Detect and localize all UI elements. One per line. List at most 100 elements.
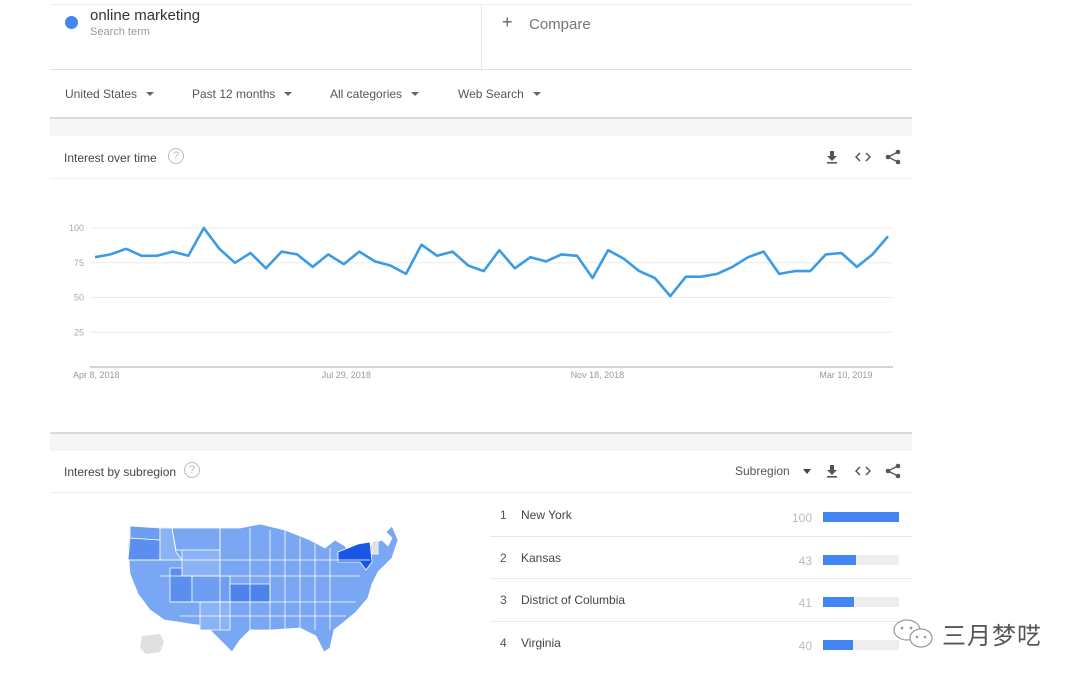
compare-button[interactable]: + Compare [482, 5, 912, 69]
data-point[interactable] [356, 249, 362, 255]
data-point[interactable] [450, 249, 456, 255]
category-filter-label: All categories [330, 87, 403, 101]
data-point[interactable] [714, 271, 720, 277]
caret-down-icon [802, 468, 811, 474]
data-point[interactable] [869, 251, 875, 257]
data-point[interactable] [667, 293, 673, 299]
data-point[interactable] [92, 254, 98, 260]
data-point[interactable] [279, 249, 285, 255]
download-icon[interactable] [823, 462, 841, 480]
data-point[interactable] [558, 251, 564, 257]
us-map-svg [127, 523, 399, 654]
data-point[interactable] [465, 263, 471, 269]
map-region-washington[interactable] [129, 525, 161, 541]
help-icon[interactable]: ? [168, 148, 184, 164]
data-point[interactable] [170, 249, 176, 255]
embed-icon[interactable] [854, 148, 872, 166]
rank-number: 2 [500, 550, 507, 565]
map-region-vermont[interactable] [371, 539, 379, 555]
region-value: 43 [798, 553, 812, 568]
data-point[interactable] [652, 275, 658, 281]
subregion-dropdown[interactable]: Subregion [735, 464, 811, 478]
region-filter-dropdown[interactable]: United States [65, 87, 155, 101]
data-point[interactable] [683, 274, 689, 280]
ranking-row[interactable]: 2 Kansas 43 [490, 537, 912, 579]
share-icon[interactable] [884, 462, 902, 480]
data-point[interactable] [232, 260, 238, 266]
ranking-row[interactable]: 1 New York 100 [490, 494, 912, 537]
data-point[interactable] [185, 253, 191, 259]
data-point[interactable] [885, 233, 891, 239]
data-point[interactable] [434, 253, 440, 259]
region-name[interactable]: District of Columbia [521, 593, 625, 607]
map-region-oregon[interactable] [127, 537, 161, 561]
data-point[interactable] [419, 242, 425, 248]
data-point[interactable] [761, 249, 767, 255]
data-point[interactable] [807, 268, 813, 274]
data-point[interactable] [294, 251, 300, 257]
embed-icon[interactable] [854, 462, 872, 480]
series-line-online-marketing[interactable] [94, 226, 889, 298]
data-point[interactable] [838, 250, 844, 256]
line-chart-svg: 25 50 75 100 Apr 8, 2018 Jul 29, 2018 Nov 18,… [69, 223, 893, 380]
ranking-row[interactable]: 3 District of Columbia 41 [490, 579, 912, 622]
category-filter-dropdown[interactable]: All categories [330, 87, 420, 101]
data-point[interactable] [310, 264, 316, 270]
data-point[interactable] [139, 253, 145, 259]
data-point[interactable] [481, 268, 487, 274]
search-term-name[interactable]: online marketing [90, 7, 200, 24]
data-point[interactable] [605, 247, 611, 253]
data-point[interactable] [745, 254, 751, 260]
data-point[interactable] [403, 271, 409, 277]
ranking-row[interactable]: 4 Virginia 40 [490, 622, 912, 665]
data-point[interactable] [823, 251, 829, 257]
region-value: 40 [798, 638, 812, 653]
compare-label: Compare [529, 16, 591, 33]
interest-over-time-chart[interactable]: 25 50 75 100 Apr 8, 2018 Jul 29, 2018 Nov 18,… [50, 180, 912, 430]
value-bar [823, 554, 899, 565]
data-point[interactable] [372, 258, 378, 264]
data-point[interactable] [341, 261, 347, 267]
download-icon[interactable] [823, 148, 841, 166]
search-term-subtitle: Search term [90, 26, 150, 38]
data-point[interactable] [123, 246, 129, 252]
share-icon[interactable] [884, 148, 902, 166]
data-point[interactable] [108, 251, 114, 257]
data-point[interactable] [201, 225, 207, 231]
data-point[interactable] [216, 246, 222, 252]
data-point[interactable] [854, 264, 860, 270]
data-point[interactable] [590, 275, 596, 281]
data-point[interactable] [698, 274, 704, 280]
x-tick-label: Apr 8, 2018 [73, 370, 120, 380]
data-point[interactable] [154, 253, 160, 259]
region-name[interactable]: New York [521, 508, 572, 522]
data-point[interactable] [792, 268, 798, 274]
data-point[interactable] [543, 258, 549, 264]
region-name[interactable]: Kansas [521, 551, 561, 565]
map-region-colorado[interactable] [191, 575, 231, 603]
subregion-dropdown-label: Subregion [735, 464, 790, 478]
map-region-wyoming[interactable] [181, 549, 221, 577]
data-point[interactable] [512, 265, 518, 271]
data-point[interactable] [263, 265, 269, 271]
data-point[interactable] [574, 253, 580, 259]
search-term-card[interactable]: online marketing Search term [50, 5, 482, 69]
data-point[interactable] [325, 251, 331, 257]
data-point[interactable] [387, 263, 393, 269]
data-point[interactable] [730, 264, 736, 270]
data-point[interactable] [247, 250, 253, 256]
data-point[interactable] [636, 268, 642, 274]
data-point[interactable] [621, 256, 627, 262]
help-icon[interactable]: ? [184, 462, 200, 478]
search-type-filter-dropdown[interactable]: Web Search [458, 87, 541, 101]
data-point[interactable] [496, 247, 502, 253]
value-bar [823, 512, 899, 522]
us-subregion-map[interactable] [120, 518, 410, 658]
data-point[interactable] [527, 254, 533, 260]
wechat-icon [893, 618, 933, 648]
map-region-alaska[interactable] [140, 634, 164, 654]
time-range-filter-dropdown[interactable]: Past 12 months [192, 87, 293, 101]
data-point[interactable] [776, 271, 782, 277]
map-region-montana[interactable] [171, 527, 221, 551]
region-name[interactable]: Virginia [521, 636, 561, 650]
